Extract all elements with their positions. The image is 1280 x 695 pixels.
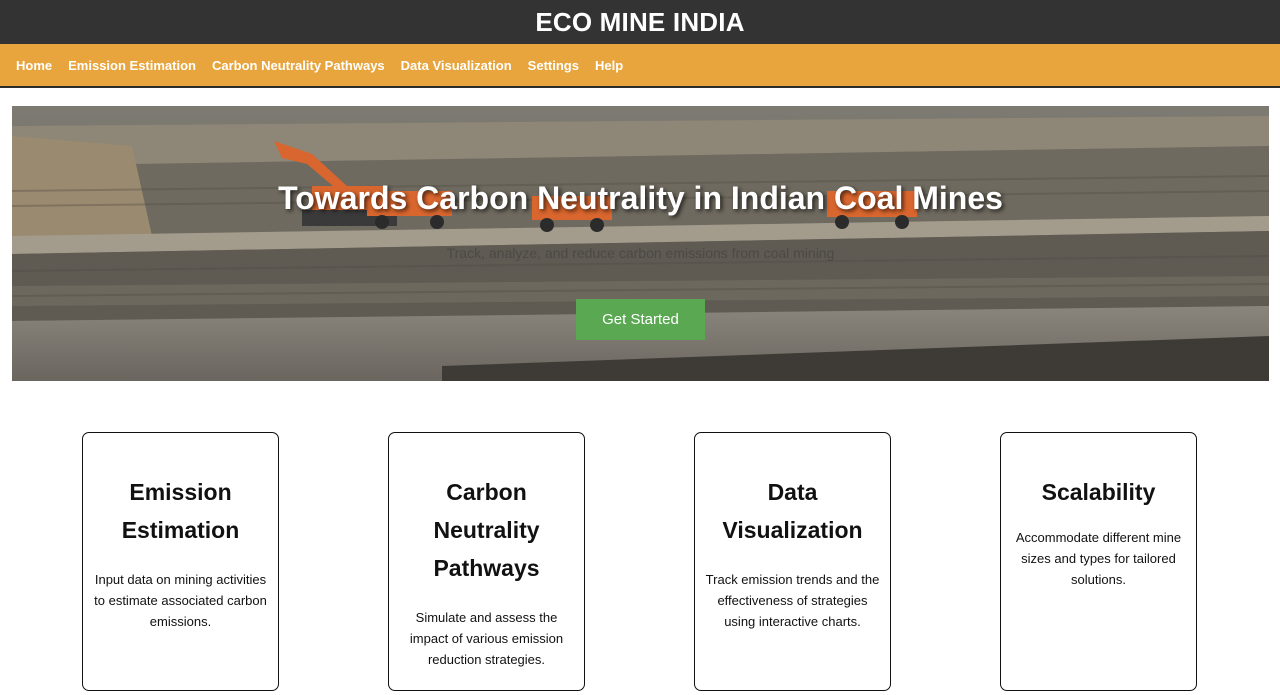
site-header: ECO MINE INDIA — [0, 0, 1280, 44]
feature-description: Accommodate different mine sizes and typ… — [1015, 530, 1182, 587]
feature-card-emission-estimation: Emission Estimation Input data on mining… — [82, 432, 279, 691]
nav-item-carbon-neutrality-pathways[interactable]: Carbon Neutrality Pathways — [212, 58, 385, 73]
get-started-button[interactable]: Get Started — [576, 299, 705, 340]
site-title: ECO MINE INDIA — [535, 6, 745, 37]
nav-item-data-visualization[interactable]: Data Visualization — [401, 58, 512, 73]
nav-item-home[interactable]: Home — [16, 58, 52, 73]
hero-subtitle: Track, analyze, and reduce carbon emissi… — [446, 245, 835, 261]
feature-card-scalability: Scalability Accommodate different mine s… — [1000, 432, 1197, 691]
feature-title: Emission Estimation — [121, 479, 240, 543]
hero-title: Towards Carbon Neutrality in Indian Coal… — [278, 180, 1003, 216]
feature-title: Scalability — [1041, 479, 1156, 505]
feature-card-carbon-neutrality-pathways: Carbon Neutrality Pathways Simulate and … — [388, 432, 585, 691]
hero-banner: Towards Carbon Neutrality in Indian Coal… — [12, 106, 1269, 381]
feature-card-data-visualization: Data Visualization Track emission trends… — [694, 432, 891, 691]
nav-item-settings[interactable]: Settings — [528, 58, 579, 73]
feature-description: Track emission trends and the effectiven… — [705, 572, 880, 629]
feature-title: Carbon Neutrality Pathways — [433, 479, 540, 581]
nav-item-emission-estimation[interactable]: Emission Estimation — [68, 58, 196, 73]
main-nav: Home Emission Estimation Carbon Neutrali… — [0, 44, 1280, 88]
feature-title: Data Visualization — [722, 479, 863, 543]
nav-item-help[interactable]: Help — [595, 58, 623, 73]
feature-description: Input data on mining activities to estim… — [94, 572, 267, 629]
feature-description: Simulate and assess the impact of variou… — [409, 610, 564, 667]
